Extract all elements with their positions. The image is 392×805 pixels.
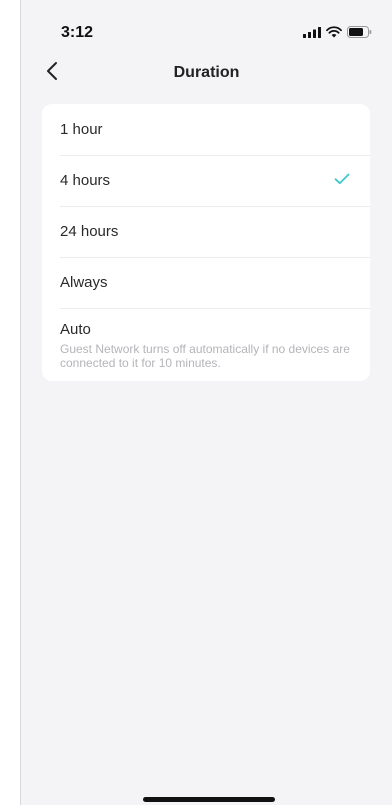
status-time: 3:12 xyxy=(61,24,94,41)
phone-screen: 3:12 Duration 1 hour 4 hours 24 hours Al… xyxy=(20,0,392,805)
option-always[interactable]: Always xyxy=(42,257,370,308)
option-label: Always xyxy=(60,274,108,291)
option-label: 1 hour xyxy=(60,121,103,138)
signal-icon xyxy=(303,25,321,43)
navigation-bar: Duration xyxy=(21,58,392,88)
option-description: Guest Network turns off automatically if… xyxy=(60,342,350,370)
battery-icon xyxy=(347,25,372,43)
status-bar: 3:12 xyxy=(21,0,392,58)
option-24-hours[interactable]: 24 hours xyxy=(42,206,370,257)
checkmark-icon xyxy=(334,172,350,190)
wifi-icon xyxy=(326,25,342,43)
option-4-hours[interactable]: 4 hours xyxy=(42,155,370,206)
page-title: Duration xyxy=(173,64,240,81)
option-auto[interactable]: Auto Guest Network turns off automatical… xyxy=(42,308,370,381)
status-icons xyxy=(303,25,372,43)
home-indicator xyxy=(143,797,275,802)
option-1-hour[interactable]: 1 hour xyxy=(42,104,370,155)
duration-options-list: 1 hour 4 hours 24 hours Always Auto Gues… xyxy=(42,104,370,381)
option-label: 24 hours xyxy=(60,223,119,240)
option-label: 4 hours xyxy=(60,172,111,189)
option-label: Auto xyxy=(60,321,91,338)
